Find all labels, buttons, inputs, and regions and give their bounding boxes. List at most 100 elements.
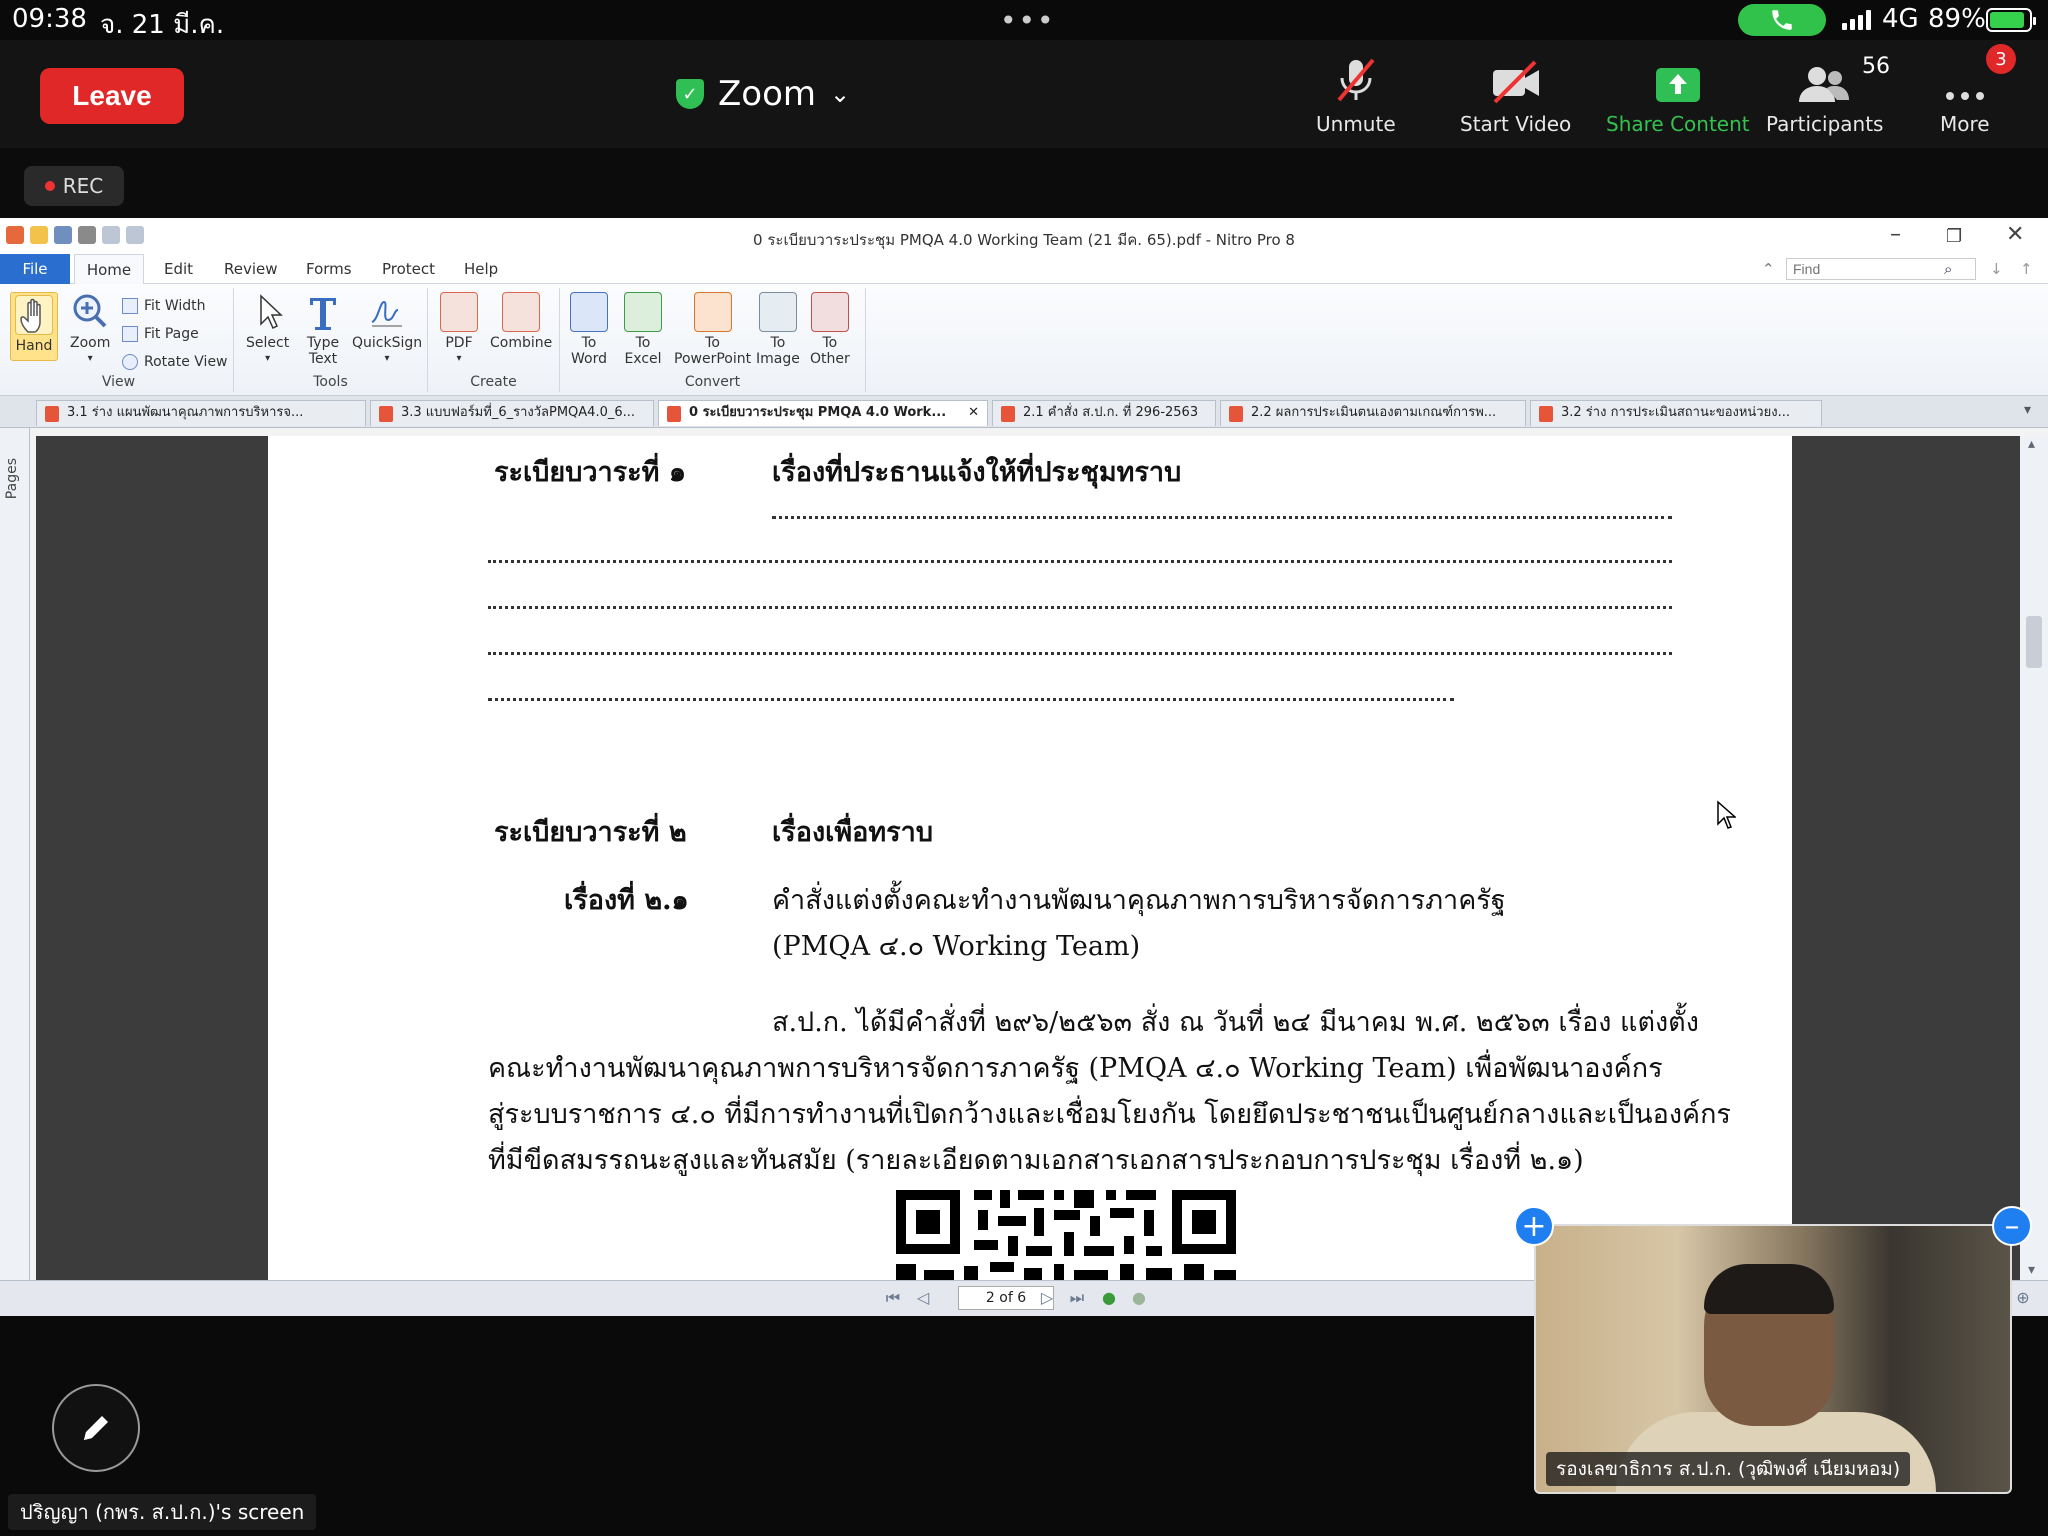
nitro-pro-window: 0 ระเบียบวาระประชุม PMQA 4.0 Working Tea… bbox=[0, 218, 2048, 1316]
hand-tool-button[interactable]: Hand bbox=[10, 292, 58, 361]
type-label: Type bbox=[306, 335, 340, 351]
rec-label: REC bbox=[62, 174, 104, 198]
scroll-down-icon[interactable]: ▾ bbox=[2028, 1262, 2035, 1278]
tab-doc-2-2[interactable]: 2.2 ผลการประเมินตนเองตามเกณฑ์การพ... bbox=[1220, 400, 1526, 426]
other-format-icon bbox=[810, 292, 849, 332]
menu-help[interactable]: Help bbox=[464, 254, 498, 284]
annotate-pencil-button[interactable] bbox=[52, 1384, 140, 1472]
image-icon bbox=[758, 292, 797, 332]
document-viewer[interactable]: ระเบียบวาระที่ ๑ เรื่องที่ประธานแจ้งให้ท… bbox=[36, 436, 2020, 1280]
fit-width-button[interactable]: Fit Width bbox=[122, 298, 206, 314]
menu-edit[interactable]: Edit bbox=[164, 254, 193, 284]
fit-page-icon bbox=[122, 326, 138, 342]
tab-doc-3-2[interactable]: 3.2 ร่าง การประเมินสถานะของหน่วยง... bbox=[1530, 400, 1822, 426]
close-tab-icon[interactable]: ✕ bbox=[968, 401, 979, 425]
tab-doc-2-1[interactable]: 2.1 คำสั่ง ส.ป.ก. ที่ 296-2563 bbox=[992, 400, 1216, 426]
meeting-title[interactable]: ✓ Zoom ⌄ bbox=[676, 64, 850, 124]
unmute-label: Unmute bbox=[1316, 112, 1396, 136]
first-page-icon[interactable]: ⏮ bbox=[884, 1289, 902, 1307]
quicksign-button[interactable]: QuickSign ▾ bbox=[352, 292, 422, 367]
leave-button[interactable]: Leave bbox=[40, 68, 184, 124]
rec-indicator[interactable]: REC bbox=[24, 166, 124, 206]
pdf-file-icon bbox=[667, 406, 681, 422]
fit-width-icon bbox=[122, 298, 138, 314]
pdf-file-icon bbox=[1229, 406, 1243, 422]
last-page-icon[interactable]: ⏭ bbox=[1068, 1289, 1086, 1307]
quicksign-label: QuickSign bbox=[352, 335, 423, 351]
fit-page-button[interactable]: Fit Page bbox=[122, 326, 199, 342]
window-titlebar: 0 ระเบียบวาระประชุม PMQA 4.0 Working Tea… bbox=[0, 218, 2048, 254]
tab-doc-3-3[interactable]: 3.3 แบบฟอร์มที่_6_รางวัลPMQA4.0_6... bbox=[370, 400, 654, 426]
menu-protect[interactable]: Protect bbox=[382, 254, 435, 284]
search-icon[interactable]: ⌕ bbox=[1944, 254, 1952, 284]
unmute-button[interactable]: Unmute bbox=[1316, 54, 1396, 144]
pages-side-panel[interactable]: Pages bbox=[0, 428, 30, 1280]
find-next-icon[interactable]: ↓ bbox=[1990, 254, 2003, 284]
pdf-create-icon bbox=[440, 292, 478, 332]
combine-button[interactable]: Combine bbox=[490, 292, 552, 351]
tab-doc-agenda[interactable]: 0 ระเบียบวาระประชุม PMQA 4.0 Work... ✕ bbox=[658, 400, 988, 426]
tab-label: 0 ระเบียบวาระประชุม PMQA 4.0 Work... bbox=[689, 405, 947, 420]
multitask-dots-icon[interactable]: ••• bbox=[1000, 4, 1056, 37]
close-icon[interactable]: ✕ bbox=[2006, 222, 2024, 247]
to-image-label-2: Image bbox=[756, 351, 800, 367]
meeting-title-text: Zoom bbox=[718, 74, 817, 114]
scroll-thumb[interactable] bbox=[2026, 616, 2042, 668]
add-icon[interactable]: ⊕ bbox=[2014, 1289, 2032, 1307]
status-time: 09:38 bbox=[12, 4, 87, 34]
more-dots-icon bbox=[1942, 54, 1988, 104]
cursor-select-icon bbox=[249, 292, 287, 332]
share-content-button[interactable]: Share Content bbox=[1606, 54, 1750, 144]
tab-label: 2.1 คำสั่ง ส.ป.ก. ที่ 296-2563 bbox=[1023, 405, 1199, 420]
minimize-icon[interactable]: – bbox=[1890, 222, 1901, 247]
pdf-file-icon bbox=[1001, 406, 1015, 422]
to-word-label-2: Word bbox=[571, 351, 607, 367]
to-powerpoint-button[interactable]: To PowerPoint bbox=[674, 292, 751, 367]
back-view-icon[interactable]: ● bbox=[1100, 1289, 1118, 1307]
tab-label: 2.2 ผลการประเมินตนเองตามเกณฑ์การพ... bbox=[1251, 405, 1497, 420]
active-call-icon[interactable] bbox=[1738, 4, 1826, 36]
share-screen-icon bbox=[1654, 54, 1702, 104]
to-image-button[interactable]: To Image bbox=[756, 292, 800, 367]
start-video-button[interactable]: Start Video bbox=[1460, 54, 1571, 144]
select-tool-button[interactable]: Select ▾ bbox=[246, 292, 289, 367]
pencil-icon bbox=[84, 1416, 108, 1440]
tab-doc-3-1[interactable]: 3.1 ร่าง แผนพัฒนาคุณภาพการบริหารจ... bbox=[36, 400, 366, 426]
more-button[interactable]: More bbox=[1940, 54, 1990, 144]
to-word-label-1: To bbox=[581, 335, 597, 351]
convert-group-label: Convert bbox=[684, 374, 741, 390]
forward-view-icon[interactable]: ● bbox=[1130, 1289, 1148, 1307]
ios-status-bar: 09:38 จ. 21 มี.ค. ••• 4G 89% bbox=[0, 0, 2048, 40]
previous-page-icon[interactable]: ◁ bbox=[914, 1289, 932, 1307]
minimize-video-button[interactable]: – bbox=[1992, 1206, 2032, 1246]
share-content-label: Share Content bbox=[1606, 112, 1750, 136]
powerpoint-icon bbox=[693, 292, 732, 332]
scroll-up-icon[interactable]: ▴ bbox=[2028, 436, 2035, 452]
network-type: 4G bbox=[1882, 4, 1919, 34]
collapse-ribbon-icon[interactable]: ⌃ bbox=[1762, 254, 1775, 284]
find-previous-icon[interactable]: ↑ bbox=[2020, 254, 2033, 284]
dotted-line bbox=[772, 516, 1672, 519]
rotate-view-button[interactable]: Rotate View bbox=[122, 354, 228, 370]
tab-label: 3.3 แบบฟอร์มที่_6_รางวัลPMQA4.0_6... bbox=[401, 405, 636, 420]
participant-video-thumbnail[interactable]: รองเลขาธิการ ส.ป.ก. (วุฒิพงศ์ เนียมหอม) bbox=[1534, 1224, 2012, 1494]
to-excel-button[interactable]: To Excel bbox=[624, 292, 662, 367]
vertical-scrollbar[interactable]: ▴ ▾ bbox=[2020, 436, 2048, 1280]
create-pdf-button[interactable]: PDF ▾ bbox=[440, 292, 478, 367]
zoom-tool-button[interactable]: Zoom ▾ bbox=[70, 292, 110, 367]
menu-forms[interactable]: Forms bbox=[306, 254, 352, 284]
agenda-2-label: ระเบียบวาระที่ ๒ bbox=[494, 817, 687, 848]
menu-review[interactable]: Review bbox=[224, 254, 278, 284]
next-page-icon[interactable]: ▷ bbox=[1038, 1289, 1056, 1307]
paragraph-line-3: สู่ระบบราชการ ๔.๐ ที่มีการทำงานที่เปิดกว… bbox=[488, 1099, 1731, 1130]
menu-file[interactable]: File bbox=[0, 254, 70, 284]
dotted-line bbox=[488, 560, 1672, 563]
restore-icon[interactable]: ❐ bbox=[1946, 226, 1962, 247]
tools-group-label: Tools bbox=[313, 374, 348, 390]
to-other-button[interactable]: To Other bbox=[810, 292, 850, 367]
type-text-button[interactable]: Type Text bbox=[304, 292, 342, 367]
tab-list-chevron-icon[interactable]: ▾ bbox=[2024, 402, 2031, 418]
expand-video-button[interactable]: + bbox=[1514, 1206, 1554, 1246]
menu-home[interactable]: Home bbox=[74, 254, 144, 285]
to-word-button[interactable]: To Word bbox=[570, 292, 608, 367]
